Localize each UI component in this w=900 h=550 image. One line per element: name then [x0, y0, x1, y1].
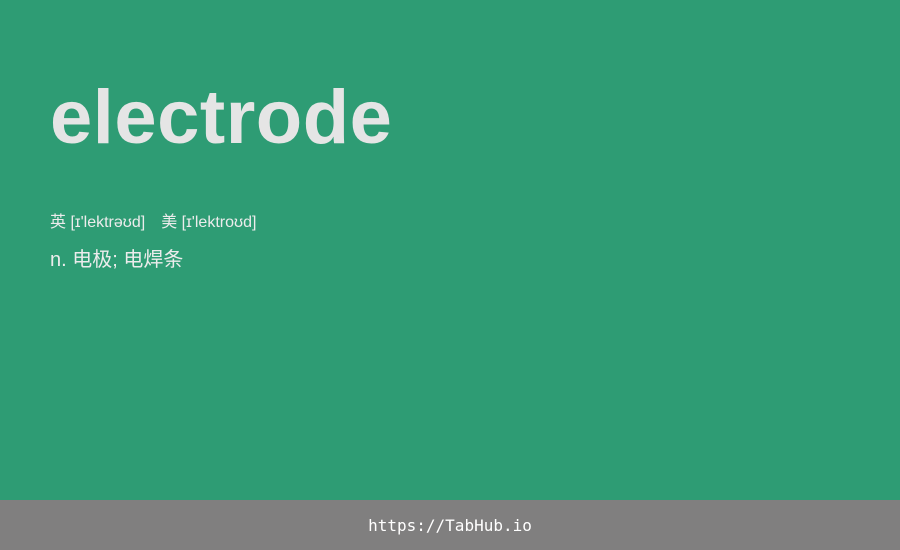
headword: electrode	[50, 75, 393, 160]
tabhub-link[interactable]: https://TabHub.io	[368, 516, 532, 535]
phonetic-us: 美 [ɪ'lektroʊd]	[161, 214, 257, 231]
footer-bar: https://TabHub.io	[0, 500, 900, 550]
pronunciation-row: 英 [ɪ'lektrəʊd] 美 [ɪ'lektroʊd]	[50, 212, 256, 234]
phonetic-uk: 英 [ɪ'lektrəʊd]	[50, 214, 146, 231]
definition-text: n. 电极; 电焊条	[50, 249, 184, 271]
word-card: electrode 英 [ɪ'lektrəʊd] 美 [ɪ'lektroʊd] n…	[0, 0, 900, 500]
